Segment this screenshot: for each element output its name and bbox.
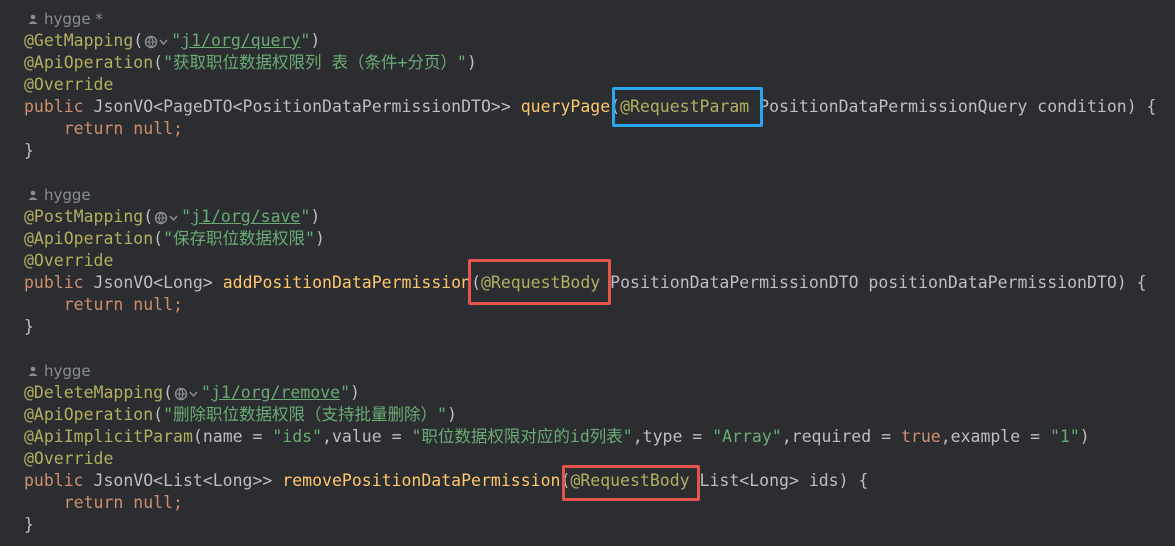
override-line: @Override [24,75,114,94]
method-name[interactable]: addPositionDataPermission [223,273,471,292]
api-operation-line: @ApiOperation("删除职位数据权限（支持批量删除）") [24,405,457,424]
close-brace: } [24,141,34,160]
method-name[interactable]: removePositionDataPermission [282,471,560,490]
method-signature-line: public JsonVO<PageDTO<PositionDataPermis… [24,97,1157,116]
close-brace: } [24,317,34,336]
api-operation-line: @ApiOperation("获取职位数据权限列 表（条件+分页）") [24,53,477,72]
endpoint-url-link[interactable]: j1/org/save [191,207,300,226]
author-hint[interactable]: hygge * [28,9,103,29]
return-line: return null; [63,493,183,512]
highlight-box-request-body-2 [562,465,700,501]
close-brace: } [24,515,34,534]
endpoint-url-link[interactable]: j1/org/remove [211,383,340,402]
delete-mapping-line: @DeleteMapping("j1/org/remove") [24,383,360,402]
person-icon [28,190,38,200]
api-operation-line: @ApiOperation("保存职位数据权限") [24,229,325,248]
post-mapping-line: @PostMapping("j1/org/save") [24,207,321,226]
author-hint[interactable]: hygge [28,185,91,205]
return-line: return null; [63,119,183,138]
return-line: return null; [63,295,183,314]
get-mapping-line: @GetMapping("j1/org/query") [24,31,321,50]
method-name[interactable]: queryPage [521,97,610,116]
annotation: @GetMapping [24,31,134,50]
globe-icon[interactable] [174,387,200,401]
override-line: @Override [24,449,114,468]
api-implicit-param-line: @ApiImplicitParam(name = "ids",value = "… [24,427,1090,446]
globe-icon[interactable] [144,35,170,49]
override-line: @Override [24,251,114,270]
highlight-box-request-param [612,87,763,127]
endpoint-url-link[interactable]: j1/org/query [181,31,300,50]
highlight-box-request-body-1 [468,259,611,305]
globe-icon[interactable] [154,211,180,225]
method-signature-line: public JsonVO<List<Long>> removePosition… [24,471,869,490]
author-hint[interactable]: hygge [28,361,91,381]
person-icon [28,366,38,376]
person-icon [28,14,38,24]
